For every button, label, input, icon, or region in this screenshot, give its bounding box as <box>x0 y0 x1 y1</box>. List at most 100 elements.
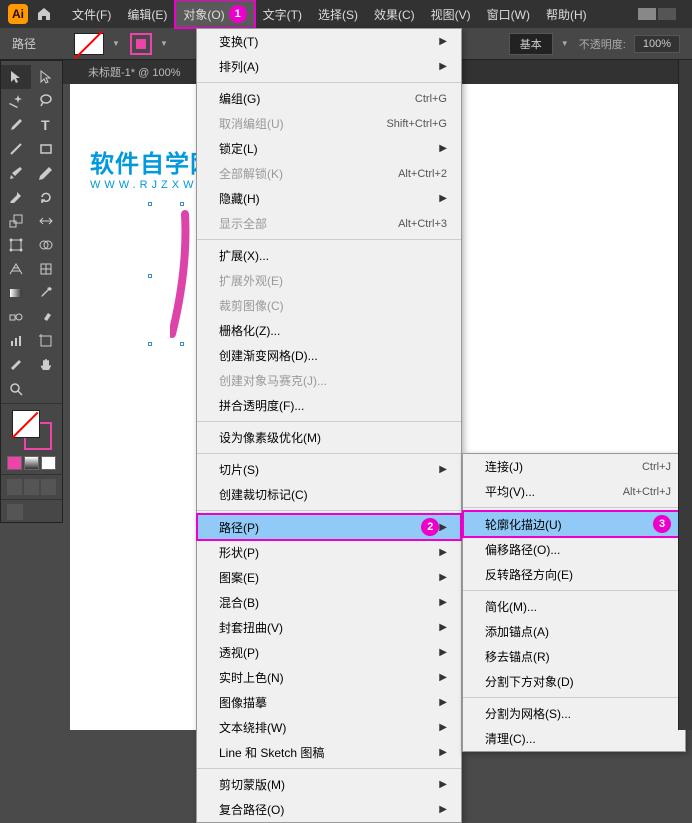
menu-file[interactable]: 文件(F) <box>64 0 119 28</box>
menu-edit[interactable]: 编辑(E) <box>119 0 175 28</box>
draw-behind[interactable] <box>24 479 39 495</box>
path-submenu-item-9[interactable]: 移去锚点(R) <box>463 644 685 669</box>
artboard-tool[interactable] <box>31 329 61 353</box>
object-menu-item-23[interactable]: 路径(P)2▶ <box>197 514 461 540</box>
rectangle-tool[interactable] <box>31 137 61 161</box>
menu-help[interactable]: 帮助(H) <box>538 0 595 28</box>
object-menu-item-34[interactable]: 剪切蒙版(M)▶ <box>197 772 461 797</box>
color-mode[interactable] <box>7 456 22 470</box>
workspace-switcher[interactable] <box>630 8 684 20</box>
paintbrush-tool[interactable] <box>1 161 31 185</box>
object-menu-item-1[interactable]: 排列(A)▶ <box>197 54 461 79</box>
object-menu-item-0[interactable]: 变换(T)▶ <box>197 29 461 54</box>
svg-text:T: T <box>41 117 50 133</box>
chevron-down-icon[interactable]: ▼ <box>112 39 122 49</box>
menu-item-label: 设为像素级优化(M) <box>219 429 447 446</box>
fill-color[interactable] <box>74 33 104 55</box>
object-menu-item-5[interactable]: 锁定(L)▶ <box>197 136 461 161</box>
menu-window[interactable]: 窗口(W) <box>479 0 538 28</box>
none-mode[interactable] <box>41 456 56 470</box>
stroke-color[interactable] <box>130 33 152 55</box>
perspective-grid-tool[interactable] <box>1 257 31 281</box>
column-graph-tool[interactable] <box>1 329 31 353</box>
path-submenu-item-0[interactable]: 连接(J)Ctrl+J <box>463 454 685 479</box>
app-icon[interactable]: Ai <box>8 4 28 24</box>
menu-item-label: 轮廓化描边(U) <box>485 516 649 533</box>
object-menu-item-14[interactable]: 创建渐变网格(D)... <box>197 343 461 368</box>
object-menu-item-25[interactable]: 图案(E)▶ <box>197 565 461 590</box>
shape-builder-tool[interactable] <box>31 233 61 257</box>
path-submenu-item-7[interactable]: 简化(M)... <box>463 594 685 619</box>
width-tool[interactable] <box>31 209 61 233</box>
object-menu-item-20[interactable]: 切片(S)▶ <box>197 457 461 482</box>
scale-tool[interactable] <box>1 209 31 233</box>
path-submenu-item-8[interactable]: 添加锚点(A) <box>463 619 685 644</box>
slice-tool[interactable] <box>1 353 31 377</box>
path-submenu-item-4[interactable]: 偏移路径(O)... <box>463 537 685 562</box>
object-menu-item-29[interactable]: 实时上色(N)▶ <box>197 665 461 690</box>
object-menu-item-12: 裁剪图像(C) <box>197 293 461 318</box>
chevron-down-icon[interactable]: ▼ <box>160 39 170 49</box>
zoom-tool[interactable] <box>1 377 31 401</box>
menu-type[interactable]: 文字(T) <box>255 0 310 28</box>
menu-view[interactable]: 视图(V) <box>423 0 479 28</box>
pen-tool[interactable] <box>1 113 31 137</box>
object-menu-item-10[interactable]: 扩展(X)... <box>197 243 461 268</box>
path-submenu-item-5[interactable]: 反转路径方向(E) <box>463 562 685 587</box>
draw-inside[interactable] <box>41 479 56 495</box>
path-submenu-item-1[interactable]: 平均(V)...Alt+Ctrl+J <box>463 479 685 504</box>
submenu-arrow-icon: ▶ <box>439 522 447 533</box>
object-menu-item-18[interactable]: 设为像素级优化(M) <box>197 425 461 450</box>
fill-swatch[interactable] <box>12 410 40 438</box>
object-menu-item-31[interactable]: 文本绕排(W)▶ <box>197 715 461 740</box>
fill-stroke-swatch[interactable] <box>12 410 52 450</box>
object-menu-item-13[interactable]: 栅格化(Z)... <box>197 318 461 343</box>
chevron-down-icon[interactable]: ▼ <box>561 39 571 49</box>
eyedropper-tool[interactable] <box>31 281 61 305</box>
object-menu-item-16[interactable]: 拼合透明度(F)... <box>197 393 461 418</box>
object-menu-item-3[interactable]: 编组(G)Ctrl+G <box>197 86 461 111</box>
submenu-arrow-icon: ▶ <box>439 722 447 733</box>
gradient-mode[interactable] <box>24 456 39 470</box>
hand-tool[interactable] <box>31 353 61 377</box>
menu-item-label: 反转路径方向(E) <box>485 566 671 583</box>
blend-tool[interactable] <box>1 305 31 329</box>
object-menu-item-30[interactable]: 图像描摹▶ <box>197 690 461 715</box>
menu-effect[interactable]: 效果(C) <box>366 0 423 28</box>
line-tool[interactable] <box>1 137 31 161</box>
eraser-tool[interactable] <box>1 185 31 209</box>
object-menu-item-32[interactable]: Line 和 Sketch 图稿▶ <box>197 740 461 765</box>
menu-object[interactable]: 对象(O) 1 <box>175 0 254 28</box>
gradient-tool[interactable] <box>1 281 31 305</box>
object-menu-item-24[interactable]: 形状(P)▶ <box>197 540 461 565</box>
home-icon[interactable] <box>36 6 52 22</box>
selection-tool[interactable] <box>1 65 31 89</box>
direct-selection-tool[interactable] <box>31 65 61 89</box>
magic-wand-tool[interactable] <box>1 89 31 113</box>
object-menu-item-27[interactable]: 封套扭曲(V)▶ <box>197 615 461 640</box>
right-panel-collapsed[interactable] <box>678 60 692 730</box>
object-menu-item-21[interactable]: 创建裁切标记(C) <box>197 482 461 507</box>
screen-mode[interactable] <box>7 504 23 520</box>
object-menu-item-28[interactable]: 透视(P)▶ <box>197 640 461 665</box>
type-tool[interactable]: T <box>31 113 61 137</box>
graphic-style[interactable]: 基本 <box>509 33 553 55</box>
lasso-tool[interactable] <box>31 89 61 113</box>
object-menu-item-26[interactable]: 混合(B)▶ <box>197 590 461 615</box>
menu-separator <box>463 507 685 508</box>
opacity-value[interactable]: 100% <box>634 35 680 53</box>
path-submenu-item-10[interactable]: 分割下方对象(D) <box>463 669 685 694</box>
pencil-tool[interactable] <box>31 161 61 185</box>
symbol-sprayer-tool[interactable] <box>31 305 61 329</box>
menu-select[interactable]: 选择(S) <box>310 0 366 28</box>
draw-normal[interactable] <box>7 479 22 495</box>
path-submenu-item-3[interactable]: 轮廓化描边(U)3 <box>463 511 685 537</box>
object-menu-item-7[interactable]: 隐藏(H)▶ <box>197 186 461 211</box>
free-transform-tool[interactable] <box>1 233 31 257</box>
menu-shortcut: Ctrl+J <box>642 461 671 473</box>
path-submenu-item-12[interactable]: 分割为网格(S)... <box>463 701 685 726</box>
document-tab[interactable]: 未标题-1* @ 100% <box>78 64 190 80</box>
object-menu-item-35[interactable]: 复合路径(O)▶ <box>197 797 461 822</box>
rotate-tool[interactable] <box>31 185 61 209</box>
mesh-tool[interactable] <box>31 257 61 281</box>
